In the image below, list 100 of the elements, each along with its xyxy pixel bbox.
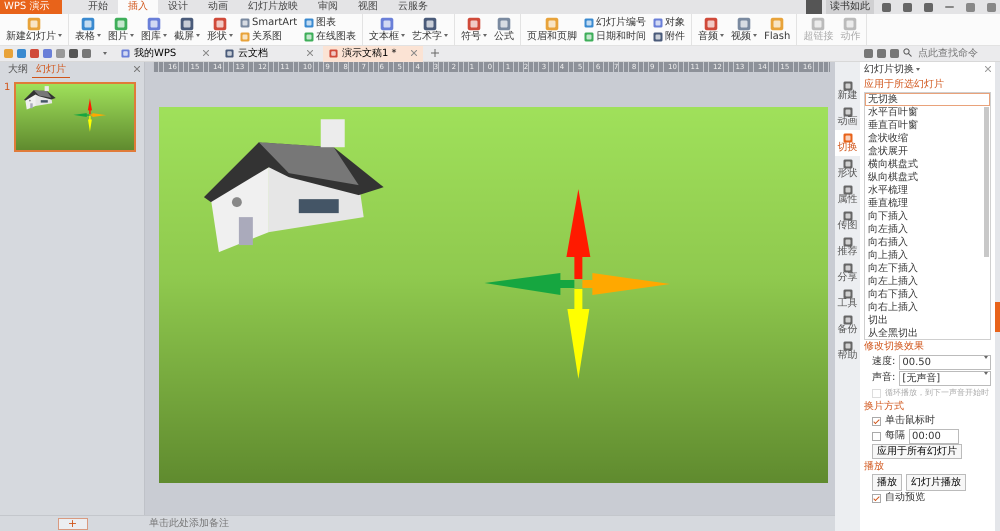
add-tab-icon[interactable]	[431, 48, 439, 60]
ribbon-button[interactable]: 图库	[139, 16, 169, 44]
sidebar-tab[interactable]: 切换	[835, 130, 860, 156]
ribbon-button[interactable]: 表格	[73, 16, 103, 44]
checkbox[interactable]	[872, 432, 881, 440]
transition-item[interactable]: 水平百叶窗	[865, 106, 990, 119]
ribbon-button[interactable]: 页眉和页脚	[525, 16, 580, 44]
slide-thumbnail[interactable]	[14, 82, 136, 152]
ribbon-button[interactable]: 截屏	[172, 16, 202, 44]
sidebar-tab[interactable]: 分享	[835, 260, 860, 286]
panel-title[interactable]: 幻灯片切换	[864, 64, 920, 76]
ribbon-button[interactable]: 音频	[696, 16, 726, 44]
checkbox-label: 单击鼠标时	[885, 415, 935, 427]
search-icon	[903, 48, 912, 60]
ribbon-button[interactable]: 新建幻灯片	[4, 16, 64, 44]
document-tab[interactable]: 我的WPS	[115, 46, 215, 62]
transition-item[interactable]: 向上插入	[865, 249, 990, 262]
apply-all-button[interactable]: 应用于所有幻灯片	[872, 444, 962, 459]
transition-item[interactable]: 向左下插入	[865, 262, 990, 275]
tile-icon	[213, 16, 227, 30]
transition-item[interactable]: 盒状收缩	[865, 132, 990, 145]
checkbox[interactable]	[872, 416, 881, 426]
checkbox-label: 循环播放，到下一声音开始时	[885, 387, 989, 399]
tile-icon	[653, 32, 664, 42]
sidebar-tab[interactable]: 工具	[835, 286, 860, 312]
speed-field[interactable]: 00.50	[899, 354, 991, 370]
sidebar-tab[interactable]: 推荐	[835, 234, 860, 260]
account-name[interactable]: 读书如此	[826, 0, 874, 14]
document-tab[interactable]: 云文档	[219, 46, 319, 62]
ribbon-button[interactable]: 幻灯片编号	[582, 16, 648, 30]
caret-icon	[984, 372, 988, 374]
add-slide-button[interactable]: +	[58, 518, 88, 530]
checkbox-label: 自动预览	[885, 492, 925, 504]
minimize-icon[interactable]	[945, 6, 954, 8]
transition-item[interactable]: 无切换	[865, 93, 990, 106]
transition-item[interactable]: 向左上插入	[865, 275, 990, 288]
caret-icon	[444, 34, 448, 38]
tile-icon	[240, 18, 250, 28]
ribbon-button[interactable]: 关系图	[238, 30, 300, 44]
ribbon-button[interactable]: 公式	[492, 16, 516, 44]
ribbon-button[interactable]: SmartArt	[238, 16, 300, 30]
transition-item[interactable]: 切出	[865, 314, 990, 327]
ribbon-button[interactable]: 符号	[459, 16, 490, 44]
ribbon-button[interactable]: 附件	[651, 30, 688, 44]
menu-tab[interactable]: 云服务	[388, 0, 438, 14]
menu-tab[interactable]: 设计	[158, 0, 198, 14]
ribbon-button[interactable]: 形状	[205, 16, 235, 44]
menu-tab[interactable]: 插入	[118, 0, 158, 14]
transition-item[interactable]: 向右上插入	[865, 301, 990, 314]
pane-tab[interactable]: 大纲	[4, 63, 32, 77]
transition-item[interactable]: 从全黑切出	[865, 327, 990, 339]
ribbon-button[interactable]: 视频	[729, 16, 760, 44]
caret-icon	[196, 34, 200, 38]
ribbon-button[interactable]: 对象	[651, 16, 688, 30]
transition-item[interactable]: 向左插入	[865, 223, 990, 236]
sound-dropdown[interactable]: [无声音]	[899, 370, 991, 386]
tile-icon	[842, 133, 852, 143]
sidebar-tab[interactable]: 属性	[835, 182, 860, 208]
transition-item[interactable]: 垂直梳理	[865, 197, 990, 210]
tile-icon	[497, 16, 512, 30]
section-heading: 换片方式	[864, 400, 905, 414]
sidebar-tab[interactable]: 形状	[835, 156, 860, 182]
ribbon-button[interactable]: 日期和时间	[582, 30, 648, 44]
transition-item[interactable]: 向右下插入	[865, 288, 990, 301]
ribbon-button[interactable]: 艺术字	[410, 16, 450, 44]
menu-tab[interactable]: 动画	[198, 0, 238, 14]
checkbox[interactable]	[872, 494, 881, 502]
transition-item[interactable]: 横向棋盘式	[865, 158, 990, 171]
tile-icon	[467, 16, 482, 30]
sidebar-tab[interactable]: 动画	[835, 104, 860, 130]
transition-item[interactable]: 向下插入	[865, 210, 990, 223]
transition-item[interactable]: 垂直百叶窗	[865, 119, 990, 132]
interval-field[interactable]: 00:00	[909, 428, 959, 444]
transition-item[interactable]: 纵向棋盘式	[865, 171, 990, 184]
tile-icon	[842, 159, 852, 169]
menu-tab[interactable]: 开始	[78, 0, 118, 14]
tile-icon	[842, 289, 852, 299]
transition-item[interactable]: 盒状展开	[865, 145, 990, 158]
command-search-field[interactable]: 点此查找命令	[916, 46, 996, 60]
ribbon-button[interactable]: 图表	[302, 16, 358, 30]
scrollbar-thumb[interactable]	[984, 107, 989, 257]
play-button[interactable]: 播放	[872, 474, 902, 491]
caret-icon[interactable]	[103, 52, 107, 55]
ribbon-button[interactable]: Flash	[762, 16, 792, 44]
document-tab[interactable]: 演示文稿1 *	[323, 46, 423, 62]
transition-item[interactable]: 水平梳理	[865, 184, 990, 197]
transition-item[interactable]: 向右插入	[865, 236, 990, 249]
sidebar-tab[interactable]: 帮助	[835, 338, 860, 364]
sidebar-tab[interactable]: 新建	[835, 78, 860, 104]
play-button[interactable]: 幻灯片播放	[906, 474, 966, 491]
ribbon-button[interactable]: 文本框	[367, 16, 408, 44]
caret-icon	[97, 34, 101, 38]
menu-tab[interactable]: 幻灯片放映	[238, 0, 308, 14]
menu-tab[interactable]: 视图	[348, 0, 388, 14]
sidebar-tab[interactable]: 备份	[835, 312, 860, 338]
sidebar-tab[interactable]: 传图	[835, 208, 860, 234]
ribbon-button[interactable]: 图片	[106, 16, 136, 44]
menu-tab[interactable]: 审阅	[308, 0, 348, 14]
ribbon-button[interactable]: 在线图表	[302, 30, 358, 44]
caret-icon	[58, 34, 62, 38]
